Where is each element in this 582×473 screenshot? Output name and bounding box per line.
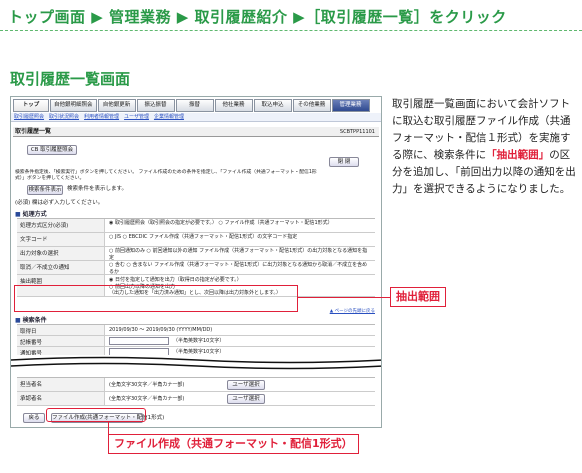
subnav-status[interactable]: 取引状況照会 — [49, 113, 79, 121]
row-value[interactable]: ○ 含む ○ 含まない ファイル作成（共通フォーマット・配信1形式）に出力対象と… — [109, 262, 371, 275]
row-value[interactable]: ◉ 取引履歴照会（取引照会の指定が必要です。） ○ ファイル作成（共通フォーマッ… — [109, 220, 371, 227]
callout-connector — [298, 297, 390, 298]
subnav-user-info[interactable]: 利用者情報管理 — [84, 113, 119, 121]
description-text: 取引履歴一覧画面において会計ソフトに取込む取引履歴ファイル作成（共通フォーマット… — [392, 96, 578, 198]
tab-account-update[interactable]: 自他銀更新 — [97, 99, 136, 112]
extract-option-date[interactable]: ◉ 日付を指定して通知を出力（取得日の指定が必要です。） — [109, 277, 242, 284]
cb-history-button[interactable]: CB 取引履歴照会 — [27, 145, 77, 155]
screen-page-id: SCBTPP11101 — [339, 129, 375, 135]
notice-text: 検索条件指定後、「検索実行」ボタンを押してください。 ファイル作成のための条件を… — [15, 170, 317, 181]
row-label: 承認者名 — [17, 392, 105, 405]
user-select-button[interactable]: ユーザ選択 — [227, 394, 265, 404]
screen-page-title-text: 取引履歴一覧 — [15, 128, 52, 135]
row-label: 取消／不成立の通知 — [17, 261, 105, 274]
subnav-company[interactable]: 企業情報管理 — [154, 113, 184, 121]
user-select-button[interactable]: ユーザ選択 — [227, 380, 265, 390]
table-row: 処理方式区分(必須) ◉ 取引履歴照会（取引照会の指定が必要です。） ○ ファイ… — [17, 219, 375, 233]
row-label: 記帳番号 — [17, 336, 105, 346]
row-label: 取得日 — [17, 325, 105, 335]
page-break-decoration — [11, 355, 381, 371]
file-create-callout: ファイル作成（共通フォーマット・配信1形式） — [108, 434, 359, 454]
search-table: 取得日 2019/09/30 ～ 2019/09/30 (YYYY/MM/DD)… — [17, 324, 375, 358]
tab-account-inquiry[interactable]: 自他銀明細照会 — [50, 99, 97, 112]
close-button[interactable]: 閉 閉 — [329, 157, 359, 167]
file-create-highlight — [46, 408, 146, 422]
extract-range-callout: 抽出範囲 — [390, 287, 446, 307]
row-value[interactable]: ○ 前回通知のみ ○ 前回通知以外の通知 ファイル作成（共通フォーマット・配信1… — [109, 248, 371, 261]
row-label: 担当者名 — [17, 378, 105, 391]
page-section-title: 取引履歴一覧画面 — [10, 70, 131, 88]
row-value[interactable]: ○ JIS ○ EBCDIC ファイル作成（共通フォーマット・配信1形式）の文字… — [109, 234, 371, 241]
table-row: 記帳番号 （半角英数字10文字） — [17, 336, 375, 347]
date-range-input[interactable]: 2019/09/30 ～ 2019/09/30 (YYYY/MM/DD) — [109, 327, 212, 334]
sub-navigation: 取引履歴照会 取引状況照会 利用者情報管理 ユーザ管理 企業情報管理 — [11, 113, 381, 122]
tab-management[interactable]: 管理業務 — [331, 99, 370, 112]
tab-furikae[interactable]: 振替 — [175, 99, 214, 112]
tab-others[interactable]: その他業務 — [292, 99, 331, 112]
page-top-link[interactable]: ▲ ページの先頭に戻る — [330, 308, 375, 315]
approver-table: 担当者名 (全角文字30文字／半角カナ一部) ユーザ選択 承認者名 (全角文字3… — [17, 377, 375, 406]
table-row: 取消／不成立の通知 ○ 含む ○ 含まない ファイル作成（共通フォーマット・配信… — [17, 261, 375, 275]
screen-mockup: トップ 自他銀明細照会 自他銀更新 振込振替 振替 他社業務 取込申込 その他業… — [10, 96, 382, 428]
row-value[interactable]: (全角文字30文字／半角カナ一部) — [109, 396, 184, 403]
table-row: 出力対象の選択 ○ 前回通知のみ ○ 前回通知以外の通知 ファイル作成（共通フォ… — [17, 247, 375, 261]
tab-other-company[interactable]: 他社業務 — [214, 99, 253, 112]
row-value: （半角英数字10文字） — [173, 338, 225, 344]
required-note: (必須) 欄は必ず入力してください。 — [15, 200, 104, 206]
extract-range-highlight — [14, 285, 298, 312]
screen-page-title: 取引履歴一覧 SCBTPP11101 — [13, 127, 379, 137]
back-button[interactable]: 戻る — [23, 413, 45, 423]
tab-transfer[interactable]: 振込振替 — [136, 99, 175, 112]
tab-top[interactable]: トップ — [13, 99, 49, 112]
row-value[interactable]: (全角文字30文字／半角カナ一部) — [109, 382, 184, 389]
tab-import[interactable]: 取込申込 — [253, 99, 292, 112]
breadcrumb-divider — [0, 30, 582, 31]
global-tabs: トップ 自他銀明細照会 自他銀更新 振込振替 振替 他社業務 取込申込 その他業… — [11, 99, 381, 112]
row-label: 処理方式区分(必須) — [17, 219, 105, 232]
entry-number-input[interactable] — [109, 337, 169, 345]
section-processing: 処理方式 — [15, 209, 47, 218]
search-condition-button[interactable]: 検索条件表示 — [27, 185, 63, 195]
search-condition-note: 検索条件を表示します。 — [67, 186, 127, 192]
row-label: 出力対象の選択 — [17, 247, 105, 260]
subnav-user-mgmt[interactable]: ユーザ管理 — [124, 113, 149, 121]
section-search: 検索条件 — [15, 315, 47, 324]
subnav-history[interactable]: 取引履歴照会 — [14, 113, 44, 121]
description-highlight: 「抽出範囲」 — [486, 149, 550, 161]
row-label: 文字コード — [17, 233, 105, 246]
breadcrumb: トップ画面 ▶ 管理業務 ▶ 取引履歴紹介 ▶［取引履歴一覧］をクリック — [8, 8, 507, 26]
table-row: 承認者名 (全角文字30文字／半角カナ一部) ユーザ選択 — [17, 392, 375, 406]
table-row: 担当者名 (全角文字30文字／半角カナ一部) ユーザ選択 — [17, 378, 375, 392]
table-row: 文字コード ○ JIS ○ EBCDIC ファイル作成（共通フォーマット・配信1… — [17, 233, 375, 247]
table-row: 取得日 2019/09/30 ～ 2019/09/30 (YYYY/MM/DD) — [17, 325, 375, 336]
